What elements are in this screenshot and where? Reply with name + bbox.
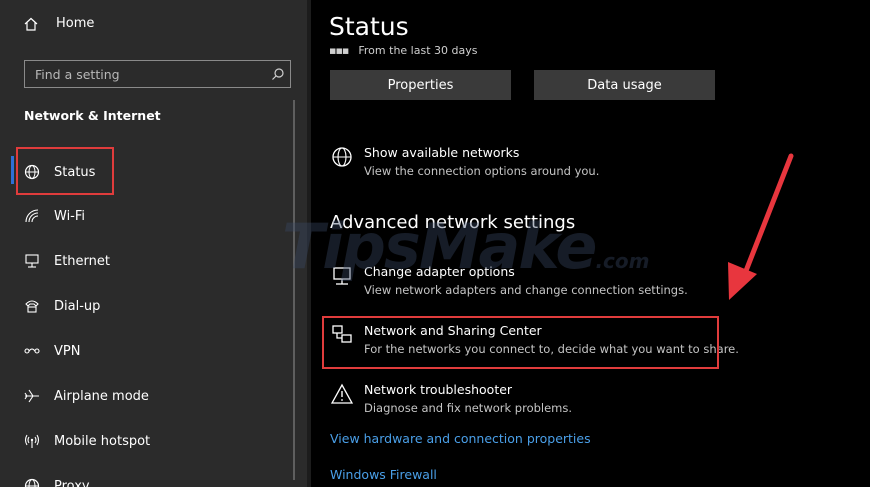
change-adapter-options[interactable]: Change adapter options View network adap… xyxy=(330,263,688,299)
option-subtitle: View the connection options around you. xyxy=(364,164,600,178)
search-input[interactable] xyxy=(25,65,266,83)
sidebar-item-label: Mobile hotspot xyxy=(54,433,151,449)
section-title: Network & Internet xyxy=(24,108,161,123)
option-title: Show available networks xyxy=(364,145,520,160)
data-usage-button[interactable]: Data usage xyxy=(534,70,715,100)
sidebar-item-label: VPN xyxy=(54,343,81,359)
sidebar-item-proxy[interactable]: Proxy xyxy=(22,474,90,487)
home-nav-item[interactable]: Home xyxy=(22,16,94,31)
sidebar-item-mobile-hotspot[interactable]: Mobile hotspot xyxy=(22,429,150,453)
selection-indicator xyxy=(11,156,14,184)
sharing-center-highlight-box xyxy=(322,316,719,369)
home-icon xyxy=(22,17,40,31)
data-usage-icon: ▪▪▪ xyxy=(329,44,349,56)
sidebar-item-airplane-mode[interactable]: Airplane mode xyxy=(22,384,149,408)
sidebar-item-label: Dial-up xyxy=(54,298,101,314)
settings-window: Home Network & Internet Status Wi-Fi xyxy=(0,0,870,487)
show-available-networks[interactable]: Show available networks View the connect… xyxy=(330,144,599,180)
sidebar-item-label: Ethernet xyxy=(54,253,110,269)
globe-icon xyxy=(330,144,354,170)
option-subtitle: Diagnose and fix network problems. xyxy=(364,401,573,415)
sidebar-item-vpn[interactable]: VPN xyxy=(22,339,80,363)
airplane-icon xyxy=(22,388,42,404)
search-icon[interactable] xyxy=(266,67,290,81)
sidebar-item-label: Airplane mode xyxy=(54,388,149,404)
network-troubleshooter[interactable]: Network troubleshooter Diagnose and fix … xyxy=(330,381,572,417)
globe-icon xyxy=(22,478,42,487)
windows-firewall-link[interactable]: Windows Firewall xyxy=(330,467,437,482)
warning-icon xyxy=(330,381,354,407)
option-title: Network troubleshooter xyxy=(364,382,513,397)
wifi-icon xyxy=(22,208,42,224)
page-title: Status xyxy=(329,12,409,41)
option-title: Change adapter options xyxy=(364,264,515,279)
dialup-icon xyxy=(22,298,42,314)
ethernet-icon xyxy=(22,253,42,269)
vpn-icon xyxy=(22,343,42,359)
main-content: Status ▪▪▪ From the last 30 days Propert… xyxy=(311,0,870,487)
sidebar-scrollbar[interactable] xyxy=(293,100,295,480)
search-box[interactable] xyxy=(24,60,291,88)
data-usage-period: From the last 30 days xyxy=(358,44,478,56)
sidebar-item-wifi[interactable]: Wi-Fi xyxy=(22,204,85,228)
sidebar-item-label: Proxy xyxy=(54,478,90,487)
sidebar-item-label: Wi-Fi xyxy=(54,208,86,224)
sidebar-item-dialup[interactable]: Dial-up xyxy=(22,294,100,318)
advanced-settings-heading: Advanced network settings xyxy=(330,212,576,233)
option-subtitle: View network adapters and change connect… xyxy=(364,283,688,297)
sidebar-item-ethernet[interactable]: Ethernet xyxy=(22,249,110,273)
sidebar: Home Network & Internet Status Wi-Fi xyxy=(0,0,307,487)
status-highlight-box xyxy=(16,147,114,195)
view-hardware-link[interactable]: View hardware and connection properties xyxy=(330,431,591,446)
hotspot-icon xyxy=(22,433,42,449)
home-label: Home xyxy=(56,16,95,31)
properties-button[interactable]: Properties xyxy=(330,70,511,100)
data-usage-summary: ▪▪▪ From the last 30 days xyxy=(329,44,477,56)
adapter-icon xyxy=(330,263,354,289)
